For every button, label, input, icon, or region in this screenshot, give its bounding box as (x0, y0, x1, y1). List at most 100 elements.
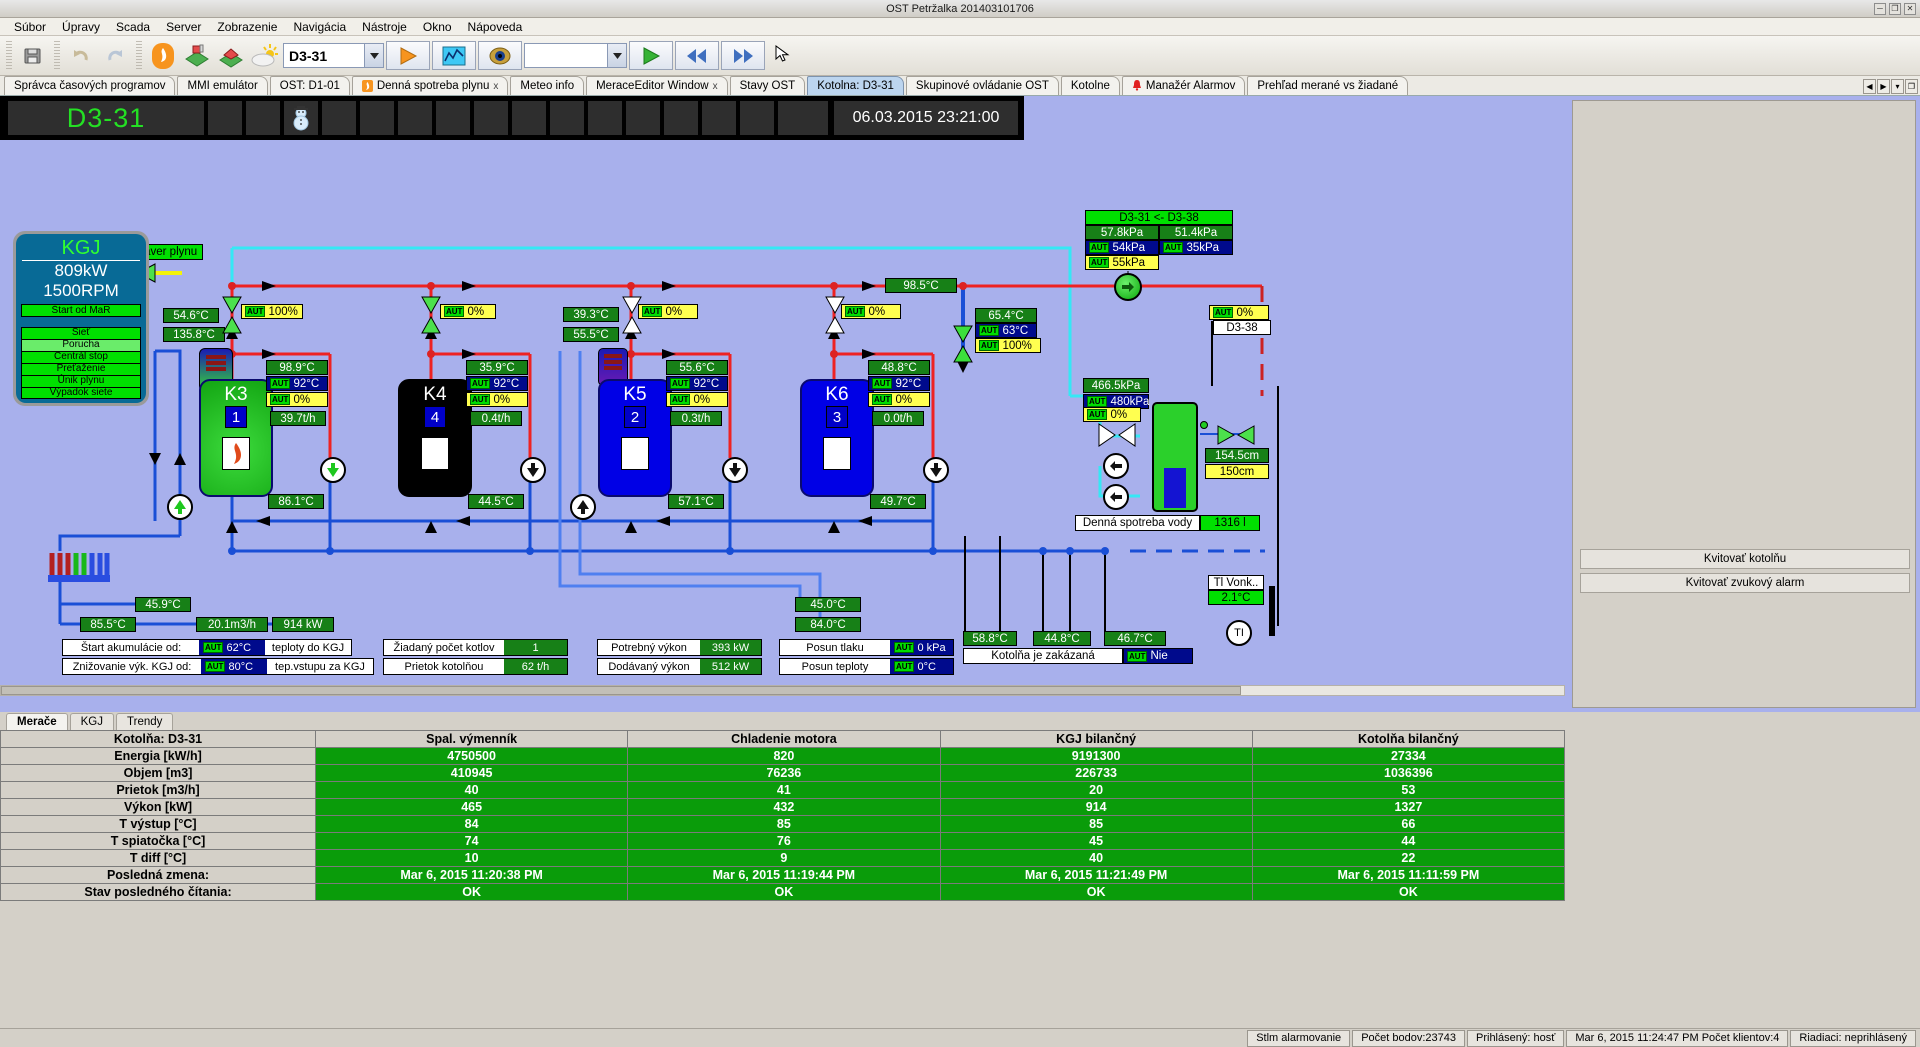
maximize-button[interactable]: ❐ (1889, 2, 1901, 15)
boiler-k3-valve[interactable]: AUT 0% (266, 392, 328, 407)
menu-scada[interactable]: Scada (108, 19, 158, 35)
control-required-power[interactable]: Potrebný výkon 393 kW (597, 639, 762, 656)
close-icon[interactable]: x (713, 81, 718, 92)
tab-mana-r-alarmov[interactable]: Manažér Alarmov (1121, 76, 1246, 95)
tank-valve-icon[interactable] (1216, 424, 1256, 446)
tab-mmi-emul-tor[interactable]: MMI emulátor (177, 76, 268, 95)
tab-spr-vca-asov-ch-programov[interactable]: Správca časových programov (4, 76, 176, 95)
pressure-sp3[interactable]: AUT 55kPa (1085, 255, 1159, 270)
secondary-combo[interactable] (524, 43, 627, 68)
menu-upravy[interactable]: Úpravy (54, 19, 108, 35)
tab-meteo-info[interactable]: Meteo info (510, 76, 585, 95)
makeup-valve-a-icon[interactable] (1097, 422, 1137, 448)
chevron-down-icon[interactable] (364, 44, 383, 67)
mix-valve-position[interactable]: AUT 100% (975, 338, 1041, 353)
control-supplied-power[interactable]: Dodávaný výkon 512 kW (597, 658, 762, 675)
close-button[interactable]: ✕ (1904, 2, 1916, 15)
boiler-k6-top-valve-tag[interactable]: AUT 0% (841, 304, 901, 319)
station-combo[interactable]: D3-31 (283, 43, 384, 68)
menu-nastroje[interactable]: Nástroje (354, 19, 415, 35)
control-start-accumulation-value-wrap[interactable]: AUT 62°C (199, 640, 265, 655)
tab-meraceeditor-window[interactable]: MeraceEditor Window x (586, 76, 728, 95)
tab-restore[interactable]: ❐ (1905, 79, 1918, 94)
boiler-k3[interactable]: K3 1 (199, 379, 273, 497)
boiler-k4-setpoint[interactable]: AUT 92°C (466, 376, 528, 391)
main-circulation-pump[interactable] (1114, 273, 1142, 301)
minimize-button[interactable]: ─ (1874, 2, 1886, 15)
boiler-house-icon[interactable] (181, 40, 213, 72)
boiler-k3-setpoint[interactable]: AUT 92°C (266, 376, 328, 391)
tab-kotolna-d3-31[interactable]: Kotolna: D3-31 (807, 76, 904, 95)
k5-secondary-valve-tag[interactable]: AUT 0% (638, 304, 698, 319)
boiler-k5-setpoint[interactable]: AUT 92°C (666, 376, 728, 391)
makeup-pump-1[interactable] (1103, 453, 1129, 479)
trend-icon[interactable] (432, 41, 476, 70)
toolbar-grip-2[interactable] (54, 40, 60, 71)
hx-valve-icon[interactable] (221, 295, 243, 335)
first-icon[interactable] (675, 41, 719, 70)
bottom-tab-mera-e[interactable]: Merače (6, 713, 68, 730)
control-pressure-offset[interactable]: Posun tlaku AUT 0 kPa (779, 639, 954, 656)
control-kgj-reduction-value-wrap[interactable]: AUT 80°C (201, 659, 267, 674)
kgj-panel[interactable]: KGJ 809kW 1500RPM Štart od MaR Sieť Poru… (13, 231, 149, 406)
boiler-k5-valve[interactable]: AUT 0% (666, 392, 728, 407)
control-temperature-offset-value-wrap[interactable]: AUT 0°C (890, 659, 953, 674)
play2-icon[interactable] (629, 41, 673, 70)
makeup-pump-2[interactable] (1103, 484, 1129, 510)
control-boiler-flow[interactable]: Prietok kotolňou 62 t/h (383, 658, 568, 675)
pump-k4[interactable] (520, 457, 546, 483)
menu-okno[interactable]: Okno (415, 19, 460, 35)
menu-zobrazenie[interactable]: Zobrazenie (209, 19, 285, 35)
eye-icon[interactable] (478, 41, 522, 70)
boiler-k6[interactable]: K6 3 (800, 379, 874, 497)
redo-icon[interactable] (99, 40, 131, 72)
mimic-horizontal-scrollbar[interactable] (0, 685, 1565, 696)
boiler-k5[interactable]: K5 2 (598, 379, 672, 497)
pressure-sp2[interactable]: AUT 35kPa (1159, 240, 1233, 255)
boiler-k4[interactable]: K4 4 (398, 379, 472, 497)
mix-valve-icon[interactable] (952, 324, 974, 364)
tab-stavy-ost[interactable]: Stavy OST (729, 76, 806, 95)
mix-valve-setpoint[interactable]: AUT 63°C (975, 323, 1037, 338)
makeup-position[interactable]: AUT 0% (1083, 407, 1141, 422)
tab-skupinov-ovl-danie-ost[interactable]: Skupinové ovládanie OST (905, 76, 1059, 95)
undo-icon[interactable] (65, 40, 97, 72)
menu-napoveda[interactable]: Nápoveda (460, 19, 531, 35)
ack-boiler-button[interactable]: Kvitovať kotolňu (1580, 549, 1910, 569)
bottom-tab-kgj[interactable]: KGJ (69, 713, 115, 730)
pump-kgj[interactable] (167, 494, 193, 520)
chevron-down-icon-2[interactable] (607, 44, 626, 67)
boiler-k6-valve[interactable]: AUT 0% (868, 392, 930, 407)
hx-valve-tag[interactable]: AUT 100% (241, 304, 303, 319)
boiler-k4-top-valve-icon[interactable] (420, 295, 442, 335)
play-icon[interactable] (386, 41, 430, 70)
weather-icon[interactable] (249, 40, 281, 72)
pressure-sp1[interactable]: AUT 54kPa (1085, 240, 1159, 255)
boiler-k6-setpoint[interactable]: AUT 92°C (868, 376, 930, 391)
menu-subor[interactable]: Súbor (6, 19, 54, 35)
boiler-k4-valve[interactable]: AUT 0% (466, 392, 528, 407)
flame-icon[interactable] (147, 40, 179, 72)
house-icon[interactable] (215, 40, 247, 72)
last-icon[interactable] (721, 41, 765, 70)
tab-scroll-right[interactable]: ▶ (1877, 79, 1890, 94)
boiler-k4-top-valve-tag[interactable]: AUT 0% (440, 304, 496, 319)
control-kgj-reduction[interactable]: Znižovanie výk. KGJ od: AUT 80°C tep.vst… (62, 658, 374, 675)
tab-list[interactable]: ▾ (1891, 79, 1904, 94)
boiler-disabled-value-tag[interactable]: AUT Nie (1123, 648, 1193, 664)
tab-preh-ad-meran-vs-iadan[interactable]: Prehľad merané vs žiadané (1247, 76, 1409, 95)
control-temperature-offset[interactable]: Posun teploty AUT 0°C (779, 658, 954, 675)
control-start-accumulation[interactable]: Štart akumulácie od: AUT 62°C teploty do… (62, 639, 352, 656)
pump-k6[interactable] (923, 457, 949, 483)
pump-secondary[interactable] (570, 494, 596, 520)
toolbar-grip-3[interactable] (136, 40, 142, 71)
pump-k5[interactable] (722, 457, 748, 483)
control-required-boilers[interactable]: Žiadaný počet kotlov 1 (383, 639, 568, 656)
expansion-tank[interactable] (1152, 402, 1198, 512)
tab-ost-d1-01[interactable]: OST: D1-01 (269, 76, 350, 95)
toolbar-grip[interactable] (6, 40, 12, 71)
ack-audible-alarm-button[interactable]: Kvitovať zvukový alarm (1580, 573, 1910, 593)
pressure-panel[interactable]: D3-31 <- D3-38 57.8kPa 51.4kPa AUT 54kPa… (1085, 210, 1233, 270)
control-pressure-offset-value-wrap[interactable]: AUT 0 kPa (890, 640, 953, 655)
mimic-scroll-thumb[interactable] (1, 686, 1241, 695)
